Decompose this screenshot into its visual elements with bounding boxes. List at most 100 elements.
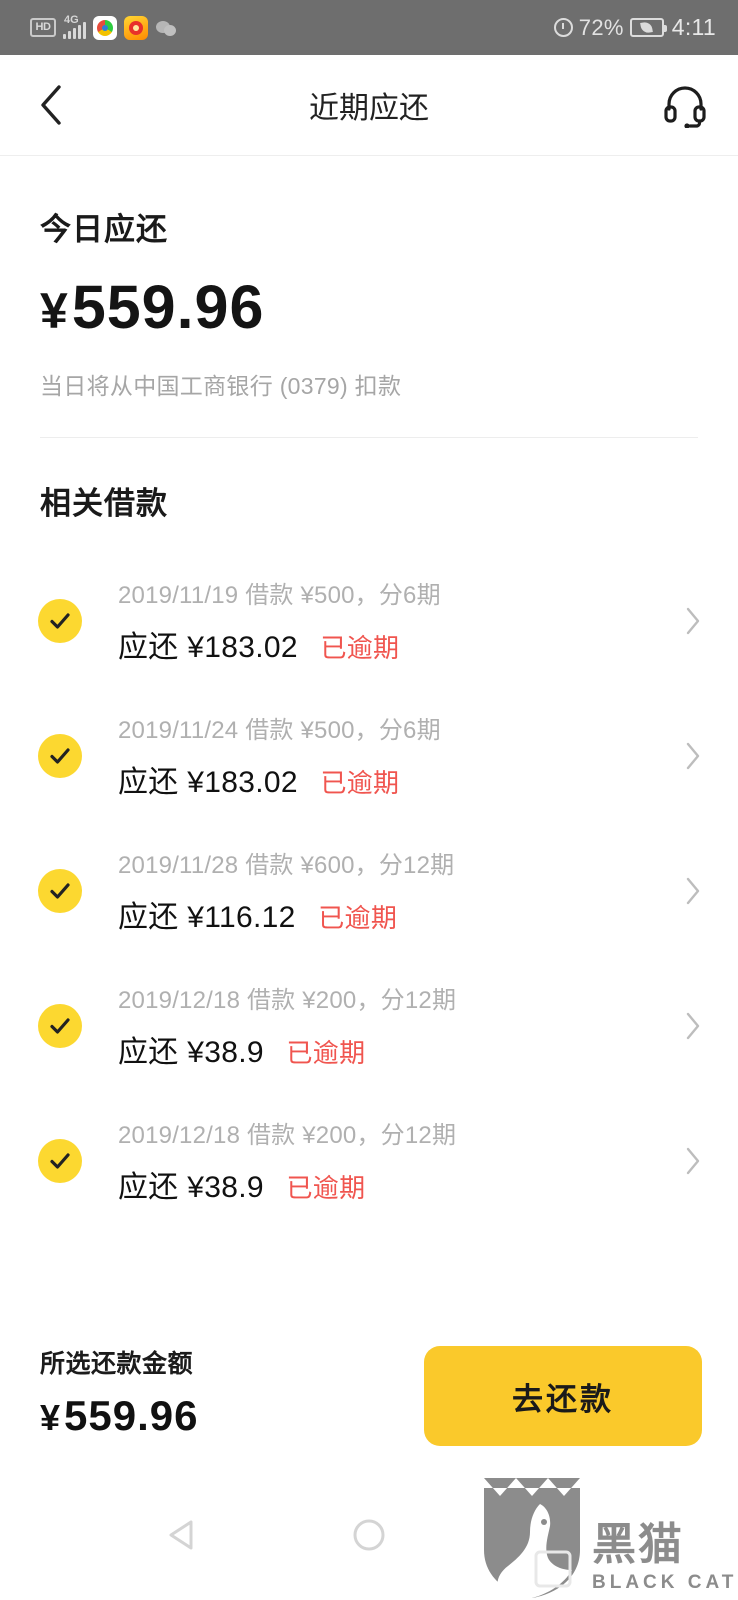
today-due-title: 今日应还 bbox=[40, 212, 168, 247]
currency-symbol: ¥ bbox=[40, 1397, 62, 1439]
weibo-app-icon bbox=[124, 15, 148, 40]
signal-bar bbox=[78, 24, 81, 39]
related-loans-title: 相关借款 bbox=[40, 486, 168, 521]
today-due-amount: ¥559.96 bbox=[40, 277, 698, 338]
loan-checkbox[interactable] bbox=[38, 733, 82, 778]
battery-percent-label: 72% bbox=[578, 14, 624, 40]
loan-due-currency: ¥ bbox=[187, 901, 205, 934]
list-item[interactable]: 2019/11/24 借款 ¥500，分6期 应还 ¥183.02 已逾期 bbox=[0, 688, 738, 823]
battery-icon bbox=[629, 18, 667, 37]
chevron-right-icon bbox=[686, 607, 700, 634]
loan-due-label: 应还 bbox=[118, 1171, 179, 1204]
nav-home-button[interactable] bbox=[334, 1500, 404, 1570]
android-nav-bar bbox=[0, 1470, 738, 1600]
selected-amount-label: 所选还款金额 bbox=[40, 1350, 194, 1379]
amount-value: 559.96 bbox=[64, 1392, 199, 1440]
loan-due-label: 应还 bbox=[118, 631, 179, 664]
loan-due-amount: 183.02 bbox=[204, 631, 298, 664]
signal-bar bbox=[73, 27, 76, 39]
power-saving-leaf-icon bbox=[640, 21, 654, 34]
loan-details: 2019/12/18 借款 ¥200，分12期 应还 ¥38.9 已逾期 bbox=[118, 980, 668, 1071]
loan-details: 2019/12/18 借款 ¥200，分12期 应还 ¥38.9 已逾期 bbox=[118, 1115, 668, 1206]
loan-due-label: 应还 bbox=[118, 1036, 179, 1069]
check-icon bbox=[50, 612, 70, 629]
list-item[interactable]: 2019/11/28 借款 ¥600，分12期 应还 ¥116.12 已逾期 bbox=[0, 823, 738, 958]
nav-recents-button[interactable] bbox=[520, 1500, 590, 1570]
hd-icon: HD bbox=[30, 18, 56, 37]
nav-back-button[interactable] bbox=[148, 1500, 218, 1570]
status-badge: 已逾期 bbox=[320, 633, 400, 663]
headset-icon bbox=[664, 86, 706, 128]
loan-meta: 2019/12/18 借款 ¥200，分12期 bbox=[118, 987, 457, 1014]
network-type-label: 4G bbox=[64, 13, 79, 26]
repayment-bar: 所选还款金额 ¥559.96 去还款 bbox=[0, 1322, 738, 1470]
status-badge: 已逾期 bbox=[318, 903, 398, 933]
loan-detail-chevron[interactable] bbox=[678, 876, 708, 906]
loan-details: 2019/11/19 借款 ¥500，分6期 应还 ¥183.02 已逾期 bbox=[118, 575, 668, 666]
chevron-right-icon bbox=[686, 1147, 700, 1174]
loan-meta: 2019/12/18 借款 ¥200，分12期 bbox=[118, 1122, 457, 1149]
status-bar: HD 4G 72% 4:11 bbox=[0, 0, 738, 55]
check-icon bbox=[50, 747, 70, 764]
circle-home-icon bbox=[353, 1519, 385, 1551]
loan-due-label: 应还 bbox=[118, 901, 179, 934]
loan-due-currency: ¥ bbox=[187, 766, 205, 799]
amount-value: 559.96 bbox=[71, 273, 265, 341]
status-bar-left-icons: HD 4G bbox=[30, 13, 179, 40]
loan-detail-chevron[interactable] bbox=[678, 1146, 708, 1176]
back-button[interactable] bbox=[28, 82, 74, 128]
signal-bar bbox=[83, 21, 86, 39]
app-header: 近期应还 bbox=[0, 55, 738, 156]
loan-due-row: 应还 ¥38.9 已逾期 bbox=[118, 1027, 668, 1071]
status-badge: 已逾期 bbox=[286, 1173, 366, 1203]
loan-detail-chevron[interactable] bbox=[678, 1011, 708, 1041]
loan-due-amount: 116.12 bbox=[204, 901, 296, 934]
list-item[interactable]: 2019/12/18 借款 ¥200，分12期 应还 ¥38.9 已逾期 bbox=[0, 958, 738, 1093]
square-recents-icon bbox=[539, 1519, 571, 1551]
loan-checkbox[interactable] bbox=[38, 1138, 82, 1183]
today-due-summary: 今日应还 ¥559.96 当日将从中国工商银行 (0379) 扣款 bbox=[0, 156, 738, 401]
check-icon bbox=[50, 1017, 70, 1034]
deduction-note: 当日将从中国工商银行 (0379) 扣款 bbox=[40, 373, 402, 399]
loan-detail-chevron[interactable] bbox=[678, 741, 708, 771]
selected-amount-value: ¥559.96 bbox=[40, 1390, 199, 1443]
loan-due-currency: ¥ bbox=[187, 1036, 205, 1069]
loan-due-currency: ¥ bbox=[187, 631, 205, 664]
signal-bar bbox=[68, 30, 71, 39]
loan-due-row: 应还 ¥38.9 已逾期 bbox=[118, 1162, 668, 1206]
signal-bar bbox=[63, 33, 66, 39]
chevron-right-icon bbox=[686, 1012, 700, 1039]
loan-due-amount: 38.9 bbox=[204, 1171, 264, 1204]
loan-checkbox[interactable] bbox=[38, 1003, 82, 1048]
loan-due-label: 应还 bbox=[118, 766, 179, 799]
status-badge: 已逾期 bbox=[320, 768, 400, 798]
loan-checkbox[interactable] bbox=[38, 868, 82, 913]
phone-screen: HD 4G 72% 4:11 近期应还 今日应还 ¥559.96 当日将从中国工… bbox=[0, 0, 738, 1600]
chevron-right-icon bbox=[686, 742, 700, 769]
loan-details: 2019/11/28 借款 ¥600，分12期 应还 ¥116.12 已逾期 bbox=[118, 845, 668, 936]
chrome-app-icon bbox=[93, 15, 117, 40]
chevron-left-icon bbox=[41, 85, 61, 125]
loan-checkbox[interactable] bbox=[38, 598, 82, 643]
loan-due-row: 应还 ¥183.02 已逾期 bbox=[118, 622, 668, 666]
loan-meta: 2019/11/28 借款 ¥600，分12期 bbox=[118, 852, 455, 879]
loan-meta: 2019/11/19 借款 ¥500，分6期 bbox=[118, 582, 441, 609]
go-repay-button[interactable]: 去还款 bbox=[424, 1346, 702, 1446]
loan-due-amount: 183.02 bbox=[204, 766, 298, 799]
loan-due-amount: 38.9 bbox=[204, 1036, 264, 1069]
chevron-right-icon bbox=[686, 877, 700, 904]
loan-list: 2019/11/19 借款 ¥500，分6期 应还 ¥183.02 已逾期 20… bbox=[0, 553, 738, 1228]
signal-icon: 4G bbox=[63, 13, 86, 39]
list-item[interactable]: 2019/11/19 借款 ¥500，分6期 应还 ¥183.02 已逾期 bbox=[0, 553, 738, 688]
triangle-back-icon bbox=[169, 1520, 193, 1550]
alarm-icon bbox=[553, 18, 573, 37]
related-loans-section: 相关借款 2019/11/19 借款 ¥500，分6期 应还 ¥183.02 已… bbox=[0, 438, 738, 1228]
check-icon bbox=[50, 882, 70, 899]
loan-due-row: 应还 ¥183.02 已逾期 bbox=[118, 757, 668, 801]
list-item[interactable]: 2019/12/18 借款 ¥200，分12期 应还 ¥38.9 已逾期 bbox=[0, 1093, 738, 1228]
loan-detail-chevron[interactable] bbox=[678, 606, 708, 636]
customer-support-button[interactable] bbox=[660, 80, 710, 130]
loan-due-currency: ¥ bbox=[187, 1171, 205, 1204]
page-title: 近期应还 bbox=[309, 92, 429, 125]
loan-details: 2019/11/24 借款 ¥500，分6期 应还 ¥183.02 已逾期 bbox=[118, 710, 668, 801]
